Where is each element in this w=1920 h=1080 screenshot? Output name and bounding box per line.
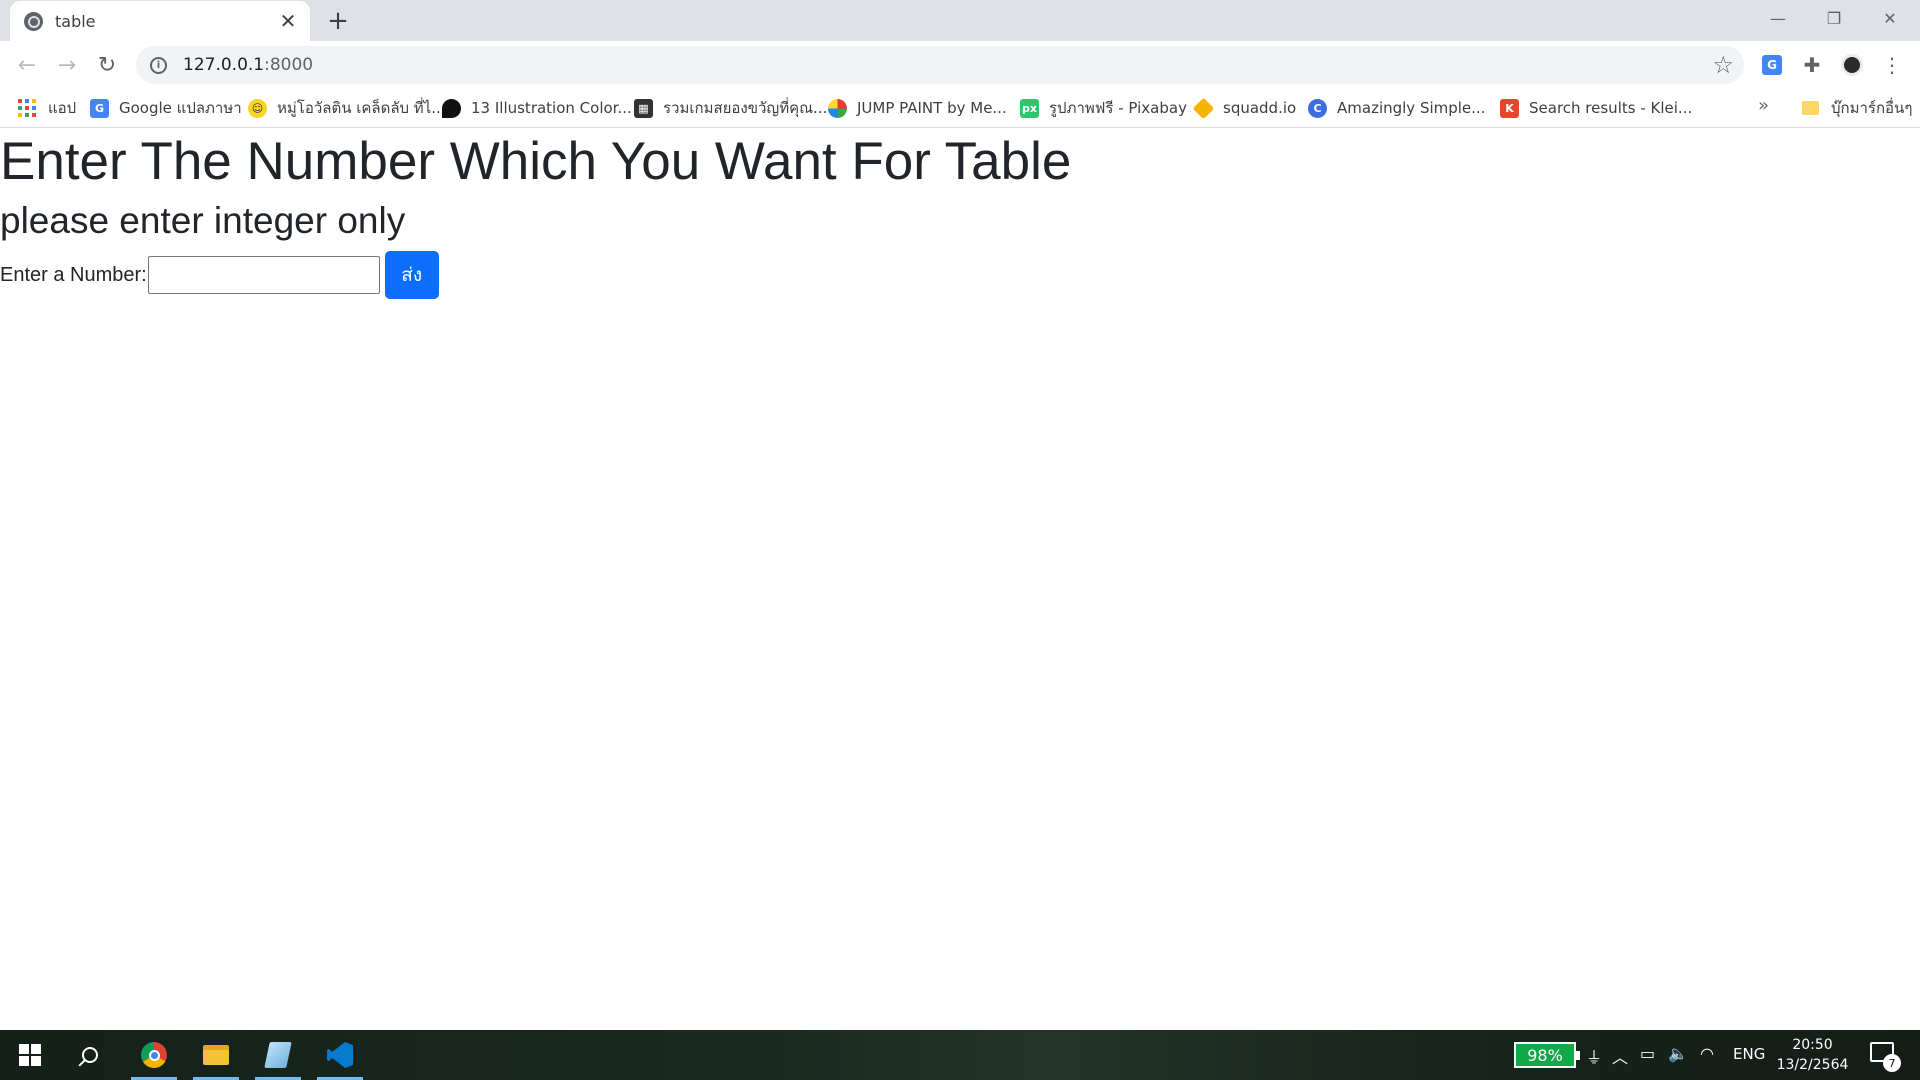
taskbar-chrome[interactable]	[128, 1030, 180, 1080]
apps-grid-icon	[18, 99, 36, 117]
close-window-button[interactable]: ✕	[1862, 0, 1918, 36]
new-tab-button[interactable]: +	[321, 6, 355, 36]
bookmark-illustration[interactable]: 13 Illustration Color...	[442, 93, 632, 123]
language-indicator[interactable]: ENG	[1733, 1045, 1765, 1063]
bookmark-ovaltine[interactable]: ☺ หมู่โอวัลติน เคล็ดลับ ที่ไ...	[248, 93, 446, 123]
bookmark-horror-games[interactable]: ▦ รวมเกมสยองขวัญที่คุณ...	[634, 93, 827, 123]
tab-title: table	[55, 11, 96, 31]
page-subtitle: please enter integer only	[0, 200, 406, 241]
bookmark-squadd[interactable]: squadd.io	[1192, 93, 1297, 123]
battery-indicator[interactable]: 98%	[1514, 1042, 1580, 1068]
bookmark-label: Amazingly Simple...	[1337, 99, 1486, 117]
bookmark-label: หมู่โอวัลติน เคล็ดลับ ที่ไ...	[277, 99, 446, 117]
clock-time: 20:50	[1792, 1037, 1833, 1053]
bookmark-label: Search results - Klei...	[1529, 99, 1693, 117]
page-title: Enter The Number Which You Want For Tabl…	[0, 132, 1072, 191]
pin-icon	[442, 98, 461, 118]
number-input[interactable]	[147, 256, 380, 294]
arrow-right-icon: →	[57, 52, 77, 78]
bookmark-pixabay[interactable]: px รูปภาพฟรี - Pixabay	[1020, 93, 1187, 123]
file-explorer-icon	[203, 1045, 229, 1065]
volume-icon[interactable]: 🔈	[1668, 1044, 1688, 1063]
translate-extension-button[interactable]: G	[1756, 49, 1788, 81]
other-bookmarks-label: บุ๊กมาร์กอื่นๆ	[1831, 99, 1913, 117]
star-icon[interactable]: ☆	[1712, 51, 1734, 79]
start-button[interactable]	[4, 1030, 56, 1080]
close-icon[interactable]: ✕	[274, 7, 302, 35]
tab-table[interactable]: table ✕	[10, 1, 310, 41]
windows-start-icon	[19, 1044, 41, 1066]
other-bookmarks-folder[interactable]: บุ๊กมาร์กอื่นๆ	[1802, 93, 1912, 123]
taskbar-notepad[interactable]	[252, 1030, 304, 1080]
klei-icon: K	[1500, 98, 1519, 118]
windows-taskbar: 98% ⏚ ︿ ▭ 🔈 ◠ ENG 20:50 13/2/2564 7	[0, 1030, 1920, 1080]
blocks-icon: ▦	[634, 98, 653, 118]
address-bar[interactable]: i 127.0.0.1:8000 ☆	[136, 46, 1744, 84]
globe-icon	[24, 11, 43, 31]
number-label: Enter a Number:	[0, 263, 147, 286]
notification-count: 7	[1883, 1054, 1901, 1072]
kebab-menu-icon: ⋮	[1882, 53, 1902, 77]
puzzle-icon: ✚	[1803, 53, 1821, 77]
google-translate-icon: G	[90, 98, 109, 118]
bookmark-jump-paint[interactable]: JUMP PAINT by Me...	[828, 93, 1007, 123]
chrome-icon	[141, 1042, 167, 1068]
bookmarks-bar: แอป G Google แปลภาษา ☺ หมู่โอวัลติน เคล็…	[0, 88, 1920, 128]
emoji-icon: ☺	[248, 98, 267, 118]
bookmarks-overflow-button[interactable]: »	[1758, 95, 1769, 116]
pixabay-icon: px	[1020, 98, 1039, 118]
reload-icon: ↻	[97, 52, 117, 78]
bookmark-label: รูปภาพฟรี - Pixabay	[1049, 99, 1187, 117]
clock-date: 13/2/2564	[1776, 1057, 1849, 1073]
plug-icon: ⏚	[1586, 1048, 1603, 1067]
menu-button[interactable]: ⋮	[1876, 49, 1908, 81]
bookmark-klei-search[interactable]: K Search results - Klei...	[1500, 93, 1692, 123]
vscode-icon	[327, 1042, 353, 1068]
c-logo-icon: C	[1308, 98, 1327, 118]
restore-button[interactable]: ❐	[1806, 0, 1862, 36]
bookmark-amazingly-simple[interactable]: C Amazingly Simple...	[1308, 93, 1485, 123]
taskbar-vscode[interactable]	[314, 1030, 366, 1080]
translate-icon: G	[1762, 55, 1782, 75]
extensions-button[interactable]: ✚	[1796, 49, 1828, 81]
reload-button[interactable]: ↻	[89, 47, 125, 83]
url-host: 127.0.0.1	[183, 55, 265, 75]
submit-button[interactable]: ส่ง	[384, 251, 439, 299]
profile-avatar-icon	[1841, 54, 1863, 76]
chevron-up-icon[interactable]: ︿	[1612, 1044, 1628, 1068]
jump-paint-icon	[828, 98, 847, 118]
bookmark-label: รวมเกมสยองขวัญที่คุณ...	[663, 99, 828, 117]
wifi-icon[interactable]: ◠	[1700, 1044, 1714, 1063]
search-icon	[82, 1047, 98, 1063]
taskbar-search-button[interactable]	[64, 1030, 116, 1080]
number-form: Enter a Number: ส่ง	[0, 251, 439, 299]
battery-icon[interactable]: ▭	[1640, 1044, 1655, 1063]
arrow-left-icon: ←	[17, 52, 37, 78]
close-icon: ✕	[1883, 8, 1897, 28]
url-port: :8000	[264, 55, 314, 75]
taskbar-file-explorer[interactable]	[190, 1030, 242, 1080]
plus-icon: +	[327, 6, 349, 36]
page-content: Enter The Number Which You Want For Tabl…	[0, 129, 1920, 1029]
browser-toolbar: ← → ↻ i 127.0.0.1:8000 ☆ G ✚ ⋮	[0, 41, 1920, 88]
profile-button[interactable]	[1836, 49, 1868, 81]
bookmark-label: 13 Illustration Color...	[471, 99, 632, 117]
notepad-icon	[264, 1042, 292, 1068]
bookmark-label: Google แปลภาษา	[119, 99, 242, 117]
restore-icon: ❐	[1826, 8, 1842, 28]
back-button[interactable]: ←	[9, 47, 45, 83]
folder-icon	[1802, 101, 1819, 115]
bookmark-google-translate[interactable]: G Google แปลภาษา	[90, 93, 242, 123]
minimize-icon: —	[1770, 8, 1786, 28]
bookmark-label: JUMP PAINT by Me...	[857, 99, 1007, 117]
forward-button[interactable]: →	[49, 47, 85, 83]
bookmark-label: แอป	[48, 99, 77, 117]
browser-tab-strip: table ✕ + — ❐ ✕	[0, 0, 1920, 41]
bookmark-apps[interactable]: แอป	[18, 93, 76, 123]
minimize-button[interactable]: —	[1750, 0, 1806, 36]
squadd-icon	[1192, 97, 1215, 119]
clock[interactable]: 20:50 13/2/2564	[1770, 1035, 1855, 1075]
bookmark-label: squadd.io	[1223, 99, 1297, 117]
info-icon[interactable]: i	[150, 56, 167, 74]
